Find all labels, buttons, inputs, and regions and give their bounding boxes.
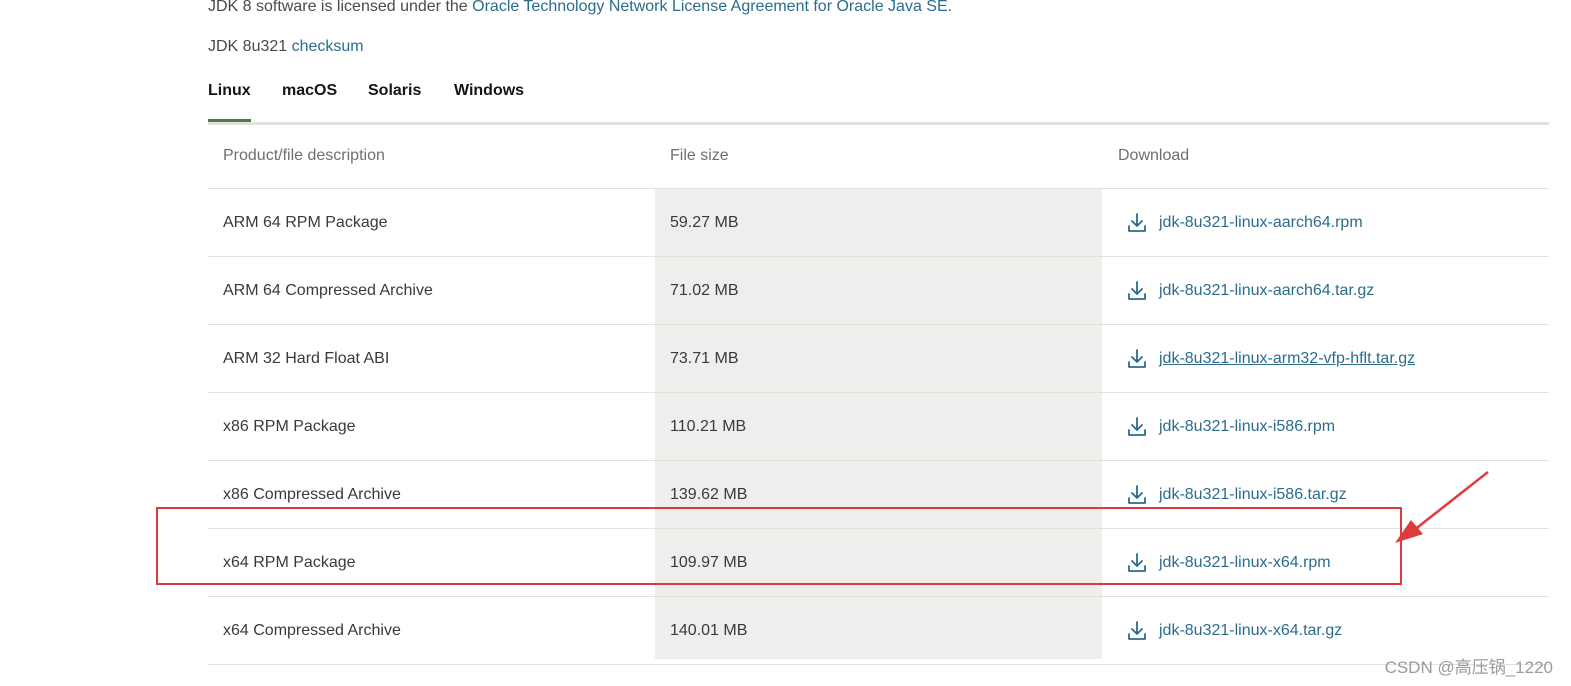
checksum-text: JDK 8u321 checksum — [208, 38, 364, 56]
table-row: ARM 64 RPM Package 59.27 MB jdk-8u321-linu… — [208, 189, 1549, 257]
download-filename: jdk-8u321-linux-i586.tar.gz — [1159, 485, 1347, 503]
row-file-size: 109.97 MB — [670, 553, 748, 571]
table-header-row: Product/file description File size Downl… — [208, 123, 1549, 189]
downloads-table: Product/file description File size Downl… — [208, 123, 1549, 665]
header-download: Download — [1118, 146, 1190, 164]
row-description: x86 Compressed Archive — [223, 485, 401, 503]
license-suffix: . — [947, 0, 953, 15]
row-file-size: 139.62 MB — [670, 485, 748, 503]
download-icon — [1126, 416, 1148, 438]
download-filename: jdk-8u321-linux-x64.tar.gz — [1159, 621, 1343, 639]
row-file-size: 59.27 MB — [670, 213, 739, 231]
table-row: ARM 64 Compressed Archive 71.02 MB jdk-8u3… — [208, 257, 1549, 325]
tab-windows[interactable]: Windows — [454, 82, 524, 119]
row-description: x64 RPM Package — [223, 553, 356, 571]
row-download-cell: jdk-8u321-linux-x64.tar.gz — [1118, 597, 1342, 664]
download-filename: jdk-8u321-linux-aarch64.rpm — [1159, 213, 1363, 231]
download-icon — [1126, 552, 1148, 574]
download-link[interactable]: jdk-8u321-linux-i586.rpm — [1118, 416, 1335, 438]
checksum-link[interactable]: checksum — [292, 38, 364, 55]
download-filename: jdk-8u321-linux-arm32-vfp-hflt.tar.gz — [1159, 349, 1416, 367]
row-description: x64 Compressed Archive — [223, 621, 401, 639]
row-download-cell: jdk-8u321-linux-arm32-vfp-hflt.tar.gz — [1118, 325, 1415, 392]
download-link[interactable]: jdk-8u321-linux-i586.tar.gz — [1118, 484, 1347, 506]
download-filename: jdk-8u321-linux-aarch64.tar.gz — [1159, 281, 1375, 299]
row-download-cell: jdk-8u321-linux-x64.rpm — [1118, 529, 1331, 596]
download-link[interactable]: jdk-8u321-linux-aarch64.tar.gz — [1118, 280, 1374, 302]
table-row: x86 RPM Package 110.21 MB jdk-8u321-linux-… — [208, 393, 1549, 461]
row-file-size: 110.21 MB — [670, 417, 747, 435]
row-file-size: 73.71 MB — [670, 349, 739, 367]
watermark: CSDN @高压锅_1220 — [1384, 658, 1553, 677]
header-file-size: File size — [670, 146, 729, 164]
table-row: x64 Compressed Archive 140.01 MB jdk-8u321… — [208, 597, 1549, 665]
download-link[interactable]: jdk-8u321-linux-aarch64.rpm — [1118, 212, 1363, 234]
download-icon — [1126, 484, 1148, 506]
checksum-prefix: JDK 8u321 — [208, 38, 292, 55]
license-prefix: JDK 8 software is licensed under the — [208, 0, 473, 15]
row-download-cell: jdk-8u321-linux-i586.tar.gz — [1118, 461, 1347, 528]
row-description: ARM 64 RPM Package — [223, 213, 388, 231]
tab-linux[interactable]: Linux — [208, 82, 251, 122]
row-description: ARM 32 Hard Float ABI — [223, 349, 390, 367]
table-row: x86 Compressed Archive 139.62 MB jdk-8u321… — [208, 461, 1549, 529]
row-download-cell: jdk-8u321-linux-i586.rpm — [1118, 393, 1335, 460]
table-row: ARM 32 Hard Float ABI 73.71 MB jdk-8u321-l… — [208, 325, 1549, 393]
table-row: x64 RPM Package 109.97 MB jdk-8u321-linux-… — [208, 529, 1549, 597]
row-description: x86 RPM Package — [223, 417, 356, 435]
row-download-cell: jdk-8u321-linux-aarch64.rpm — [1118, 189, 1363, 256]
download-icon — [1126, 348, 1148, 370]
download-icon — [1126, 280, 1148, 302]
row-download-cell: jdk-8u321-linux-aarch64.tar.gz — [1118, 257, 1374, 324]
row-file-size: 71.02 MB — [670, 281, 739, 299]
download-filename: jdk-8u321-linux-x64.rpm — [1159, 553, 1331, 571]
license-text: JDK 8 software is licensed under the Ora… — [208, 0, 952, 16]
header-description: Product/file description — [223, 146, 385, 164]
download-link[interactable]: jdk-8u321-linux-arm32-vfp-hflt.tar.gz — [1118, 348, 1415, 370]
download-icon — [1126, 620, 1148, 642]
row-description: ARM 64 Compressed Archive — [223, 281, 433, 299]
download-icon — [1126, 212, 1148, 234]
download-link[interactable]: jdk-8u321-linux-x64.tar.gz — [1118, 620, 1342, 642]
os-tabs: Linux macOS Solaris Windows — [208, 72, 1549, 125]
tab-macos[interactable]: macOS — [282, 82, 337, 119]
download-link[interactable]: jdk-8u321-linux-x64.rpm — [1118, 552, 1331, 574]
download-filename: jdk-8u321-linux-i586.rpm — [1159, 417, 1336, 435]
row-file-size: 140.01 MB — [670, 621, 748, 639]
tab-solaris[interactable]: Solaris — [368, 82, 421, 119]
license-agreement-link[interactable]: Oracle Technology Network License Agreem… — [472, 0, 948, 15]
